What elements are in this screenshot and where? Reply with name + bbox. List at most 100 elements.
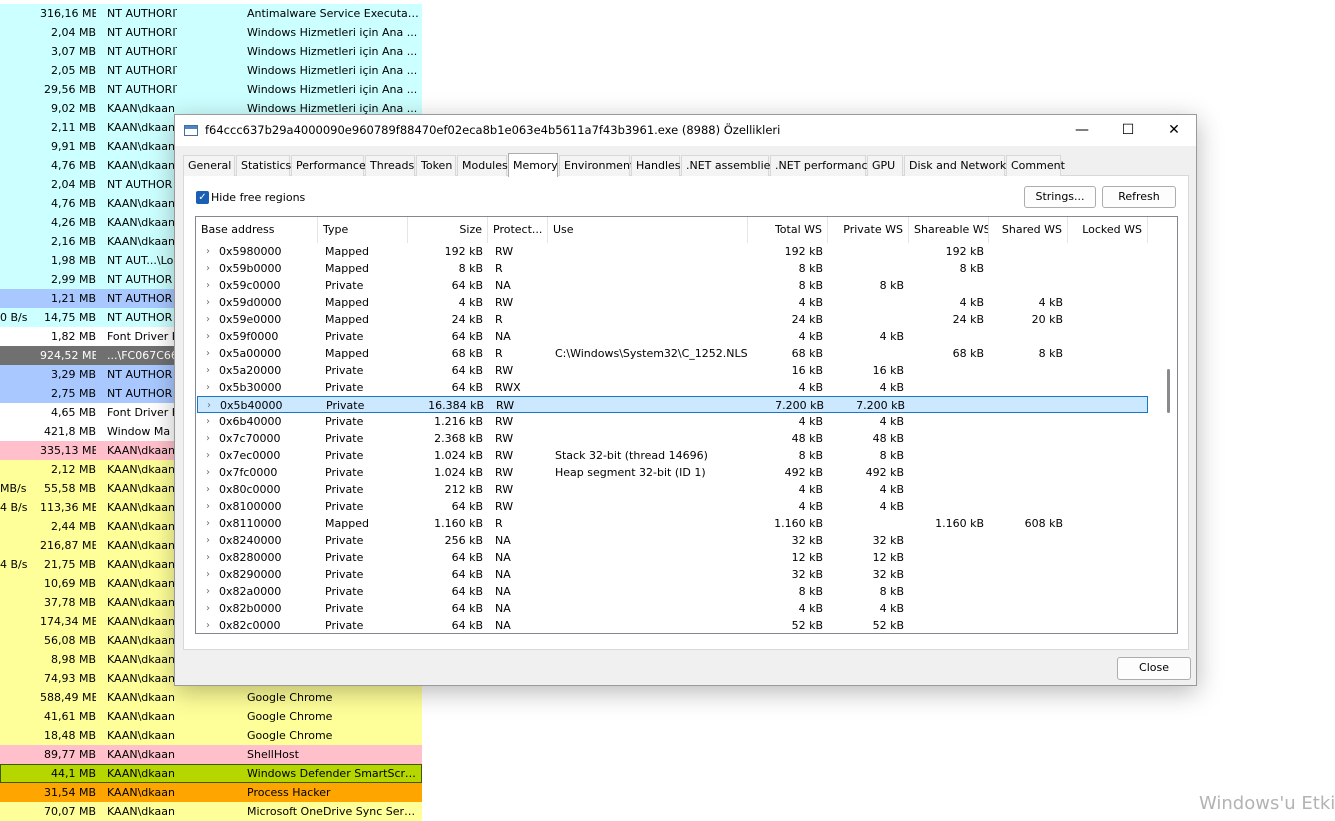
table-row[interactable]: › 0x8290000 Private 64 kB NA 32 kB 32 kB (197, 566, 1148, 583)
expand-chevron-icon[interactable]: › (206, 328, 210, 345)
tab-net-performance[interactable]: .NET performance (770, 155, 874, 176)
expand-chevron-icon[interactable]: › (206, 294, 210, 311)
cell-type: Mapped (325, 262, 369, 275)
table-row[interactable]: › 0x59b0000 Mapped 8 kB R 8 kB 8 kB (197, 260, 1148, 277)
cell-type: Mapped (325, 296, 369, 309)
column-header-shared-ws[interactable]: Shared WS (989, 217, 1068, 243)
column-header-total-ws[interactable]: Total WS (748, 217, 828, 243)
column-header-private-ws[interactable]: Private WS (828, 217, 909, 243)
table-row[interactable]: › 0x8280000 Private 64 kB NA 12 kB 12 kB (197, 549, 1148, 566)
memory-regions-list[interactable]: Base address Type Size Protect... Use Total W… (195, 216, 1178, 634)
table-row[interactable]: › 0x59e0000 Mapped 24 kB R 24 kB 24 kB 20 kB (197, 311, 1148, 328)
tab-statistics[interactable]: Statistics (236, 155, 291, 176)
process-row[interactable]: 18,48 MB KAAN\dkaan Google Chrome (0, 726, 422, 745)
process-memory-value: 37,78 MB (43, 596, 96, 609)
cell-base-address: 0x59f0000 (219, 330, 279, 343)
column-header-base-address[interactable]: Base address (196, 217, 318, 243)
table-row[interactable]: › 0x7ec0000 Private 1.024 kB RW Stack 32-bit … (197, 447, 1148, 464)
expand-chevron-icon[interactable]: › (206, 549, 210, 566)
column-header-shareable-ws[interactable]: Shareable WS (909, 217, 989, 243)
tab-token[interactable]: Token (416, 155, 456, 176)
process-row[interactable]: 44,1 MB KAAN\dkaan Windows Defender SmartS… (0, 764, 422, 783)
process-row[interactable]: 316,16 MB NT AUTHORITY\SYSTEM Antimalware … (0, 4, 422, 23)
table-row[interactable]: › 0x5b30000 Private 64 kB RWX 4 kB 4 kB (197, 379, 1148, 396)
tab-handles[interactable]: Handles (631, 155, 681, 176)
process-row[interactable]: 31,54 MB KAAN\dkaan Process Hacker (0, 783, 422, 802)
expand-chevron-icon[interactable]: › (207, 397, 211, 414)
tab-comment[interactable]: Comment (1006, 155, 1065, 176)
table-row[interactable]: › 0x5a20000 Private 64 kB RW 16 kB 16 kB (197, 362, 1148, 379)
process-row[interactable]: 70,07 MB KAAN\dkaan Microsoft OneDrive Syn… (0, 802, 422, 821)
tab-performance[interactable]: Performance (291, 155, 366, 176)
scrollbar-thumb[interactable] (1167, 369, 1170, 413)
cell-private-ws: 4 kB (879, 330, 904, 343)
maximize-icon[interactable]: ☐ (1105, 115, 1151, 146)
process-row[interactable]: 89,77 MB KAAN\dkaan ShellHost (0, 745, 422, 764)
expand-chevron-icon[interactable]: › (206, 532, 210, 549)
tab-general[interactable]: General (183, 155, 235, 176)
expand-chevron-icon[interactable]: › (206, 243, 210, 260)
expand-chevron-icon[interactable]: › (206, 464, 210, 481)
table-row[interactable]: › 0x59f0000 Private 64 kB NA 4 kB 4 kB (197, 328, 1148, 345)
expand-chevron-icon[interactable]: › (206, 617, 210, 633)
strings-button[interactable]: Strings... (1024, 186, 1096, 208)
expand-chevron-icon[interactable]: › (206, 481, 210, 498)
expand-chevron-icon[interactable]: › (206, 447, 210, 464)
column-header-type[interactable]: Type (318, 217, 408, 243)
table-row[interactable]: › 0x59c0000 Private 64 kB NA 8 kB 8 kB (197, 277, 1148, 294)
column-header-locked-ws[interactable]: Locked WS (1068, 217, 1148, 243)
expand-chevron-icon[interactable]: › (206, 311, 210, 328)
column-header-use[interactable]: Use (548, 217, 748, 243)
table-row[interactable]: › 0x82c0000 Private 64 kB NA 52 kB 52 kB (197, 617, 1148, 633)
tab-environment[interactable]: Environment (559, 155, 634, 176)
refresh-button[interactable]: Refresh (1102, 186, 1176, 208)
column-header-protect[interactable]: Protect... (488, 217, 548, 243)
tab-memory[interactable]: Memory (508, 153, 558, 177)
process-row[interactable]: 2,05 MB NT AUTHORITY\SYSTEM Windows Hizmet… (0, 61, 422, 80)
expand-chevron-icon[interactable]: › (206, 260, 210, 277)
title-bar[interactable]: f64ccc637b29a4000090e960789f88470ef02eca… (175, 115, 1196, 146)
cell-size: 1.216 kB (434, 415, 483, 428)
table-row[interactable]: › 0x6b40000 Private 1.216 kB RW 4 kB 4 kB (197, 413, 1148, 430)
table-row[interactable]: › 0x82b0000 Private 64 kB NA 4 kB 4 kB (197, 600, 1148, 617)
table-row[interactable]: › 0x5a00000 Mapped 68 kB R C:\Windows\System3… (197, 345, 1148, 362)
table-row[interactable]: › 0x59d0000 Mapped 4 kB RW 4 kB 4 kB 4 kB (197, 294, 1148, 311)
table-row[interactable]: › 0x7fc0000 Private 1.024 kB RW Heap segment … (197, 464, 1148, 481)
table-row[interactable]: › 0x5980000 Mapped 192 kB RW 192 kB 192 kB (197, 243, 1148, 260)
process-row[interactable]: 3,07 MB NT AUTHORITY\SYSTEM Windows Hizmet… (0, 42, 422, 61)
table-row[interactable]: › 0x8110000 Mapped 1.160 kB R 1.160 kB 1.160 k… (197, 515, 1148, 532)
process-row[interactable]: 2,04 MB NT AUTHORITY\SYSTEM Windows Hizmet… (0, 23, 422, 42)
column-header-size[interactable]: Size (408, 217, 488, 243)
expand-chevron-icon[interactable]: › (206, 277, 210, 294)
process-row[interactable]: 41,61 MB KAAN\dkaan Google Chrome (0, 707, 422, 726)
table-row[interactable]: › 0x8100000 Private 64 kB RW 4 kB 4 kB (197, 498, 1148, 515)
tab-modules[interactable]: Modules (457, 155, 508, 176)
expand-chevron-icon[interactable]: › (206, 583, 210, 600)
expand-chevron-icon[interactable]: › (206, 600, 210, 617)
table-row[interactable]: › 0x5b40000 Private 16.384 kB RW 7.200 kB 7.20… (197, 396, 1148, 413)
expand-chevron-icon[interactable]: › (206, 566, 210, 583)
expand-chevron-icon[interactable]: › (206, 430, 210, 447)
tab-threads[interactable]: Threads (365, 155, 415, 176)
process-row[interactable]: 588,49 MB KAAN\dkaan Google Chrome (0, 688, 422, 707)
vertical-scrollbar[interactable] (1162, 244, 1177, 633)
table-row[interactable]: › 0x7c70000 Private 2.368 kB RW 48 kB 48 kB (197, 430, 1148, 447)
tab-disk-and-network[interactable]: Disk and Network (904, 155, 1006, 176)
close-icon[interactable]: ✕ (1151, 115, 1197, 146)
close-button[interactable]: Close (1117, 657, 1191, 680)
table-row[interactable]: › 0x80c0000 Private 212 kB RW 4 kB 4 kB (197, 481, 1148, 498)
expand-chevron-icon[interactable]: › (206, 362, 210, 379)
tab-net-assemblies[interactable]: .NET assemblies (681, 155, 776, 176)
expand-chevron-icon[interactable]: › (206, 498, 210, 515)
process-row[interactable]: 29,56 MB NT AUTHORITY\SYSTEM Windows Hizme… (0, 80, 422, 99)
expand-chevron-icon[interactable]: › (206, 515, 210, 532)
process-user-name: KAAN\dkaan (107, 235, 175, 248)
table-row[interactable]: › 0x8240000 Private 256 kB NA 32 kB 32 kB (197, 532, 1148, 549)
expand-chevron-icon[interactable]: › (206, 413, 210, 430)
expand-chevron-icon[interactable]: › (206, 345, 210, 362)
expand-chevron-icon[interactable]: › (206, 379, 210, 396)
minimize-icon[interactable]: — (1059, 115, 1105, 146)
tab-gpu[interactable]: GPU (867, 155, 903, 176)
table-row[interactable]: › 0x82a0000 Private 64 kB NA 8 kB 8 kB (197, 583, 1148, 600)
checkbox-check-icon[interactable]: ✓ (196, 191, 209, 204)
